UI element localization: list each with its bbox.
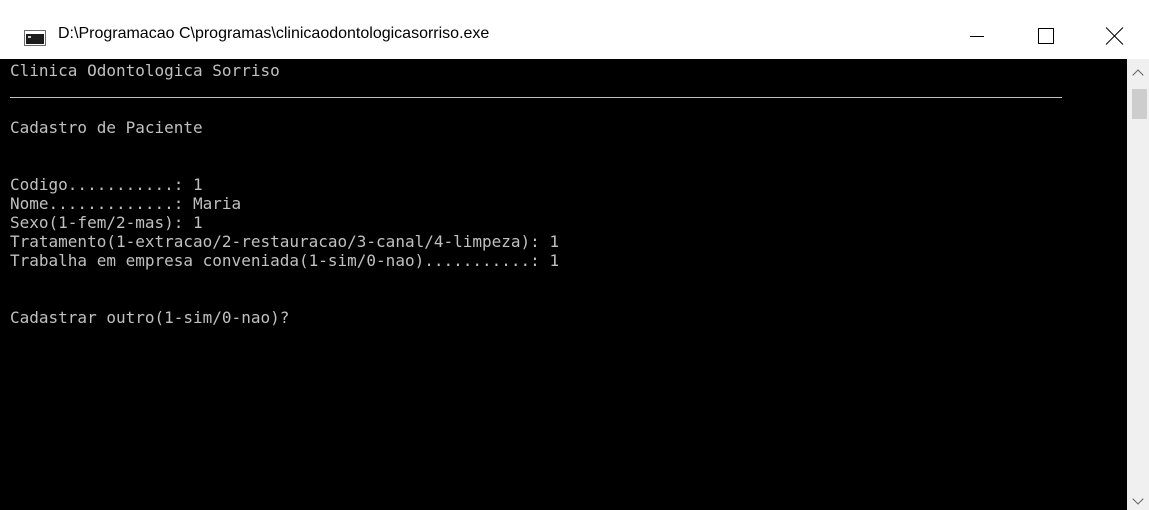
field-codigo: Codigo...........: 1: [10, 175, 203, 194]
console-output[interactable]: Clinica Odontologica Sorriso Cadastro de…: [0, 59, 1127, 510]
scrollbar-thumb[interactable]: [1132, 89, 1147, 119]
maximize-button[interactable]: [1012, 0, 1079, 59]
field-sexo: Sexo(1-fem/2-mas): 1: [10, 213, 203, 232]
console-app-icon[interactable]: [24, 30, 46, 46]
section-title: Cadastro de Paciente: [10, 118, 203, 137]
console-separator: [10, 80, 1127, 99]
field-empresa-conveniada: Trabalha em empresa conveniada(1-sim/0-n…: [10, 251, 560, 270]
maximize-icon: [1037, 27, 1054, 44]
minimize-icon: [969, 36, 984, 37]
console-window: D:\Programacao C\programas\clinicaodonto…: [0, 0, 1149, 510]
minimize-button[interactable]: [943, 0, 1010, 59]
field-tratamento: Tratamento(1-extracao/2-restauracao/3-ca…: [10, 232, 560, 251]
field-nome: Nome.............: Maria: [10, 194, 242, 213]
scroll-down-arrow-icon[interactable]: [1127, 492, 1149, 510]
scroll-up-arrow-icon[interactable]: [1127, 59, 1149, 85]
title-bar[interactable]: D:\Programacao C\programas\clinicaodonto…: [0, 0, 1149, 59]
window-title: D:\Programacao C\programas\clinicaodonto…: [58, 25, 490, 42]
console-header: Clinica Odontologica Sorriso: [10, 61, 280, 80]
close-icon: [1105, 26, 1125, 46]
close-button[interactable]: [1080, 0, 1149, 59]
cadastrar-outro-prompt: Cadastrar outro(1-sim/0-nao)?: [10, 308, 290, 327]
vertical-scrollbar[interactable]: [1127, 59, 1149, 510]
